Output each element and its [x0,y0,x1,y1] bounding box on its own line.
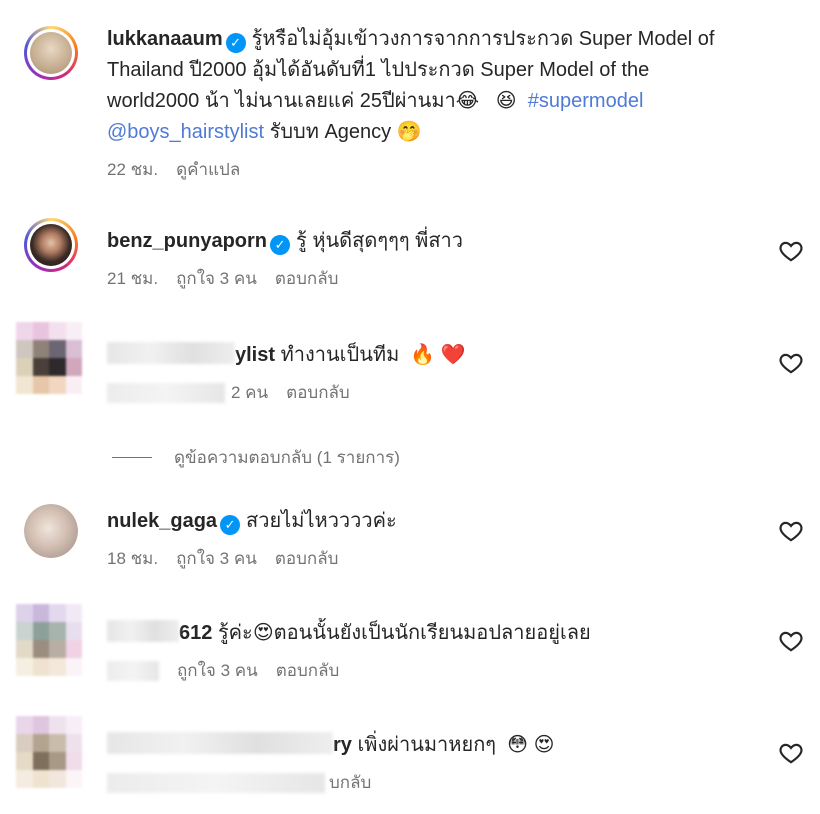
comment-username[interactable]: benz_punyaporn [107,230,267,252]
like-count[interactable]: ถูกใจ 3 คน [176,545,257,572]
heart-outline-icon[interactable] [778,740,804,766]
hashtag-link[interactable]: #supermodel [528,90,644,112]
hand-over-mouth-emoji-icon: 🤭 [396,121,422,143]
reply-button[interactable]: ตอบกลับ [276,657,340,684]
comment-text: ตอนนั้นยังเป็นนักเรียนมอปลายอยู่เลย [273,622,591,644]
flushed-emoji-icon: 😳 [507,734,529,756]
heart-outline-icon[interactable] [778,518,804,544]
blurred-meta [107,660,159,681]
caption-text: world2000 น้า ไม่นานเลยแค่ 25ปีผ่านมา [107,90,456,112]
reply-button[interactable]: ตอบกลับ [275,545,339,572]
comment-username[interactable]: ylist [235,344,275,366]
avatar[interactable] [16,322,82,394]
caption-text: รู้หรือไม่อุ้มเข้าวงการจากการประกวด Supe… [251,28,715,50]
avatar[interactable] [24,218,78,272]
view-replies-label: ดูข้อความตอบกลับ (1 รายการ) [174,448,400,467]
verified-badge-icon: ✓ [270,235,291,255]
heart-outline-icon[interactable] [778,238,804,264]
comment-text: เพิ่งผ่านมาหยกๆ [357,734,497,756]
heart-eyes-emoji-icon: 😍 [533,734,555,756]
blurred-meta [107,772,325,793]
blurred-username [107,342,235,364]
avatar[interactable] [24,26,78,80]
reply-button[interactable]: ตอบกลับ [275,265,339,292]
verified-badge-icon: ✓ [220,515,241,535]
blurred-meta [107,382,225,403]
like-count[interactable]: ถูกใจ 3 คน [177,657,258,684]
like-count[interactable]: ถูกใจ 3 คน [176,265,257,292]
comment-username[interactable]: nulek_gaga [107,510,217,532]
reply-button[interactable]: ตอบกลับ [286,379,350,406]
fire-emoji-icon: 🔥 [410,344,436,366]
heart-outline-icon[interactable] [778,350,804,376]
comment-text: ทำงานเป็นทีม [280,344,400,366]
comment-timestamp: 21 ชม. [107,269,159,288]
avatar[interactable] [16,716,82,788]
comment-timestamp: 18 ชม. [107,549,159,568]
blurred-username [107,620,179,642]
heart-outline-icon[interactable] [778,628,804,654]
mention-link[interactable]: @boys_hairstylist [107,121,264,143]
like-count[interactable]: 2 คน [231,379,268,406]
grinning-squint-emoji-icon: 😆 [495,90,517,112]
reply-button[interactable]: บกลับ [329,769,371,796]
laughing-tears-emoji-icon: 😂 [455,90,480,112]
caption-text: Thailand ปี2000 อุ้มได้อันดับที่1 ไปประก… [107,59,650,81]
heart-eyes-emoji-icon: 😍 [252,622,274,644]
avatar[interactable] [24,504,78,558]
caption-text: รับบท Agency [269,121,392,143]
post-username[interactable]: lukkanaaum [107,28,223,50]
view-replies-button[interactable]: ดูข้อความตอบกลับ (1 รายการ) [112,444,400,471]
comment-text: รู้ หุ่นดีสุดๆๆๆ พี่สาว [296,230,463,252]
see-translation-link[interactable]: ดูคำแปล [176,156,240,183]
avatar[interactable] [16,604,82,676]
verified-badge-icon: ✓ [225,33,246,53]
comment-username[interactable]: 612 [179,622,212,644]
divider-line [112,457,152,458]
comment-text: รู้ค่ะ [217,622,253,644]
comment-username[interactable]: ry [333,734,352,756]
post-timestamp: 22 ชม. [107,160,159,179]
red-heart-emoji-icon: ❤️ [440,344,466,366]
comment-text: สวยไม่ไหววววค่ะ [246,510,397,532]
blurred-username [107,732,333,754]
